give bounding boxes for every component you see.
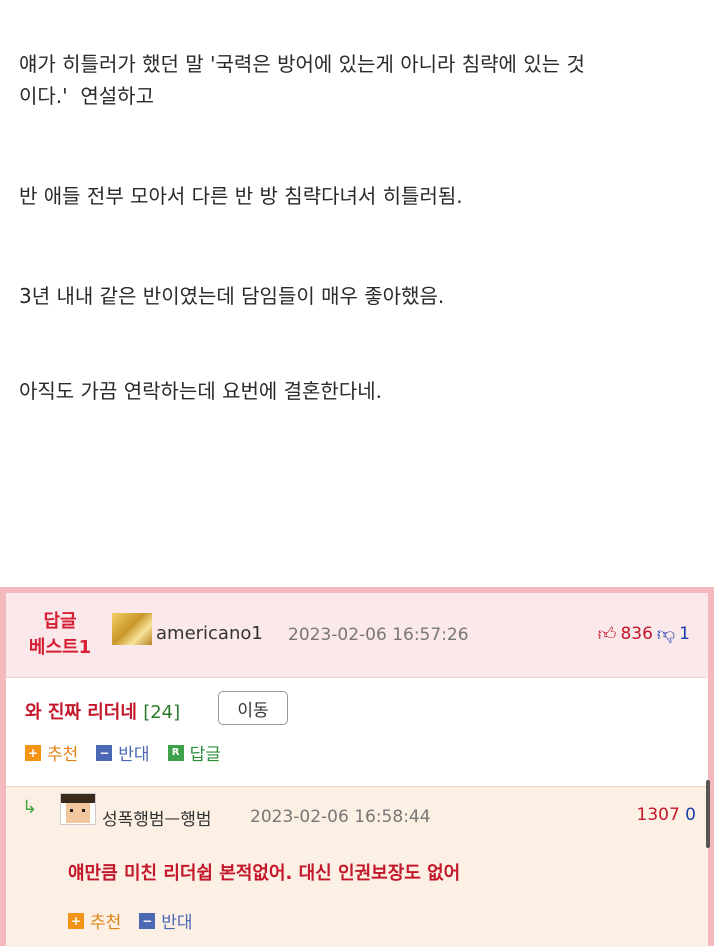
- oppose-button[interactable]: − 반대: [96, 740, 150, 765]
- comment-text: 와 진짜 리더네 [24]: [25, 698, 180, 724]
- vote-counts: 1307 0: [637, 805, 697, 825]
- thumb-down-icon[interactable]: 👎︎: [657, 623, 675, 645]
- post-paragraph: 3년 내내 같은 반이였는데 담임들이 매우 좋아했음.: [19, 284, 445, 308]
- best-label-line1: 답글: [43, 611, 77, 632]
- post-paragraph: 반 애들 전부 모아서 다른 반 방 침략다녀서 히틀러됨.: [19, 184, 463, 208]
- comment-text-main: 와 진짜 리더네: [25, 702, 137, 723]
- oppose-label: 반대: [118, 745, 150, 765]
- recommend-button[interactable]: + 추천: [68, 908, 121, 933]
- comment-actions: + 추천 − 반대 R 답글: [25, 740, 231, 765]
- post-paragraph: 얘가 히틀러가 했던 말 '국력은 방어에 있는게 아니라 침략에 있는 것 이…: [19, 52, 585, 108]
- reply-icon: R: [167, 744, 184, 761]
- best-comment-header: 답글 베스트1 americano1 2023-02-06 16:57:26 👍…: [6, 593, 708, 678]
- recommend-label: 추천: [47, 745, 79, 765]
- minus-icon: −: [96, 744, 113, 761]
- comment-username[interactable]: americano1: [156, 623, 263, 644]
- upvote-count: 836: [620, 624, 653, 644]
- move-button[interactable]: 이동: [218, 691, 288, 725]
- best-comment-body: 와 진짜 리더네 [24] 이동 + 추천 − 반대 R 답글: [6, 678, 708, 786]
- reply-arrow-icon: ↳: [22, 797, 38, 818]
- reply-button[interactable]: R 답글: [167, 740, 221, 765]
- best-comment-section: 답글 베스트1 americano1 2023-02-06 16:57:26 👍…: [0, 587, 714, 947]
- comment-date: 2023-02-06 16:57:26: [288, 625, 469, 645]
- upvote-count: 1307: [636, 805, 680, 825]
- oppose-button[interactable]: − 반대: [139, 908, 193, 933]
- downvote-count: 1: [679, 624, 690, 644]
- comment-username[interactable]: 성폭행범ᅳ행범: [102, 805, 211, 830]
- oppose-label: 반대: [161, 913, 193, 933]
- best-label: 답글 베스트1: [25, 609, 95, 661]
- recommend-button[interactable]: + 추천: [25, 740, 78, 765]
- reply-label: 답글: [189, 745, 221, 765]
- thumb-up-icon[interactable]: 👍︎: [598, 623, 617, 645]
- comment-text: 얘만큼 미친 리더쉽 본적없어. 대신 인권보장도 없어: [68, 863, 461, 884]
- reply-count[interactable]: [24]: [143, 702, 180, 723]
- scrollbar[interactable]: [706, 780, 710, 848]
- comment-date: 2023-02-06 16:58:44: [250, 807, 431, 827]
- post-paragraph: 아직도 가끔 연락하는데 요번에 결혼한다네.: [19, 379, 382, 403]
- comment-actions: + 추천 − 반대: [68, 908, 203, 933]
- plus-icon: +: [68, 912, 84, 929]
- plus-icon: +: [25, 744, 41, 761]
- avatar[interactable]: [60, 793, 96, 825]
- best-label-line2: 베스트1: [28, 637, 92, 658]
- avatar[interactable]: [112, 613, 152, 645]
- vote-counts: 👍︎ 836 👎︎ 1: [598, 623, 690, 645]
- reply-comment: ↳ 성폭행범ᅳ행범 2023-02-06 16:58:44 1307 0 얘만큼…: [6, 786, 708, 947]
- minus-icon: −: [139, 912, 156, 929]
- recommend-label: 추천: [90, 913, 122, 933]
- downvote-count: 0: [685, 805, 696, 825]
